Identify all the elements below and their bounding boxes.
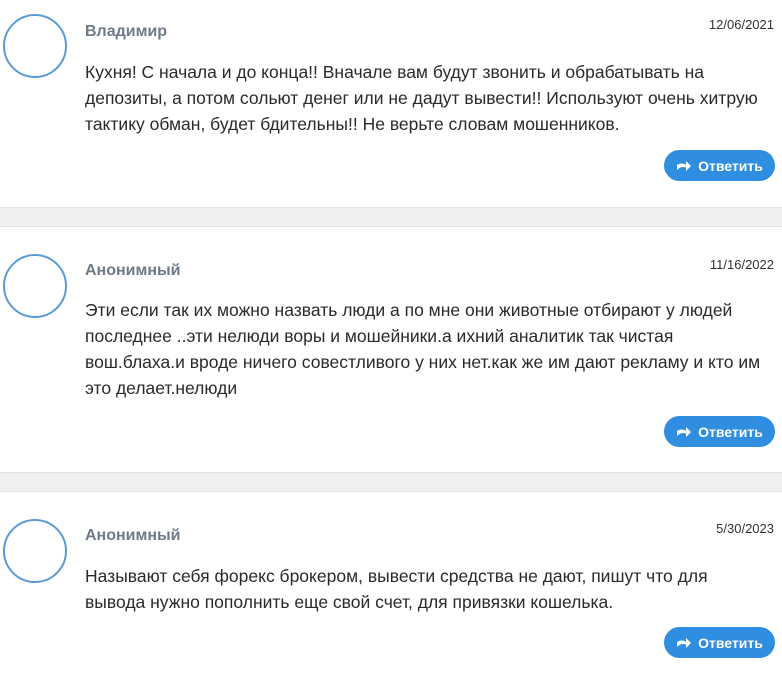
reply-button[interactable]: Ответить (664, 416, 775, 447)
comment-item: Владимир 12/06/2021 Кухня! С начала и до… (0, 0, 782, 206)
comment-author: Анонимный (85, 527, 181, 544)
comment-separator (0, 207, 782, 227)
reply-button[interactable]: Ответить (664, 150, 775, 181)
comment-separator (0, 472, 782, 492)
comment-date: 5/30/2023 (716, 521, 774, 536)
avatar (3, 14, 67, 78)
comment-text: Называют себя форекс брокером, вывести с… (85, 566, 708, 612)
comment-text: Эти если так их можно назвать люди а по … (85, 300, 761, 398)
comment-author: Владимир (85, 23, 168, 40)
reply-label: Ответить (698, 157, 763, 174)
reply-arrow-icon (677, 637, 692, 648)
avatar (3, 254, 67, 318)
comment-author: Анонимный (85, 262, 181, 279)
reply-arrow-icon (677, 426, 692, 437)
comment-date: 11/16/2022 (709, 257, 774, 272)
avatar (3, 519, 67, 583)
comment-date: 12/06/2021 (708, 17, 774, 32)
reply-arrow-icon (677, 160, 692, 171)
reply-label: Ответить (698, 423, 763, 440)
reply-label: Ответить (698, 634, 763, 651)
comment-item: Анонимный 5/30/2023 Называют себя форекс… (0, 492, 782, 678)
comment-text: Кухня! С начала и до конца!! Вначале вам… (85, 62, 758, 134)
reply-button[interactable]: Ответить (664, 627, 775, 658)
comment-item: Анонимный 11/16/2022 Эти если так их мож… (0, 227, 782, 471)
